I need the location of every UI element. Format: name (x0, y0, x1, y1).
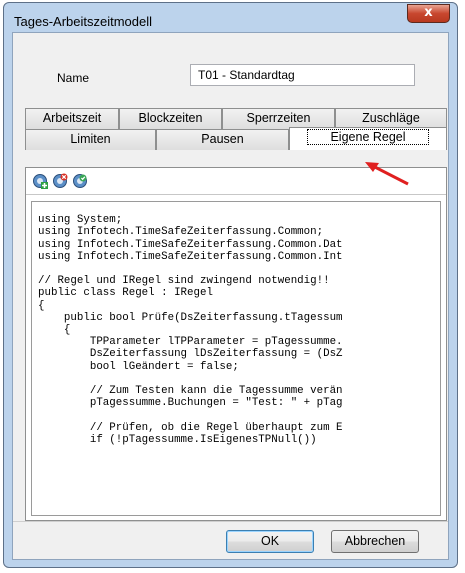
tab-eigene-regel[interactable]: Eigene Regel (289, 127, 447, 150)
code-line: using System; (38, 214, 123, 227)
tab-limiten[interactable]: Limiten (25, 129, 156, 150)
name-input[interactable] (190, 64, 415, 86)
tab-panel-eigene-regel: using System; using Infotech.TimeSafeZeit… (25, 167, 447, 521)
ok-button[interactable]: OK (226, 530, 314, 553)
code-line: // Regel und IRegel sind zwingend notwen… (38, 275, 330, 288)
red-arrow-annotation (365, 162, 409, 186)
code-line: { (38, 324, 71, 337)
code-line: using Infotech.TimeSafeZeiterfassung.Com… (38, 250, 343, 263)
add-rule-icon[interactable] (32, 173, 48, 189)
button-separator (13, 521, 448, 522)
window-title: Tages-Arbeitszeitmodell (14, 14, 153, 29)
code-line: DsZeiterfassung lDsZeiterfassung = (DsZ (38, 348, 343, 361)
cancel-button[interactable]: Abbrechen (331, 530, 419, 553)
code-line: bool lGeändert = false; (38, 360, 239, 373)
remove-rule-icon[interactable] (52, 173, 68, 189)
code-editor[interactable]: using System; using Infotech.TimeSafeZeit… (31, 201, 441, 516)
code-line: pTagessumme.Buchungen = "Test: " + pTag (38, 397, 343, 410)
title-bar[interactable]: Tages-Arbeitszeitmodell x (4, 3, 457, 33)
tab-eigene-regel-label: Eigene Regel (307, 129, 429, 145)
tab-arbeitszeit[interactable]: Arbeitszeit (25, 108, 119, 129)
tab-blockzeiten[interactable]: Blockzeiten (119, 108, 222, 129)
code-line: // Prüfen, ob die Regel überhaupt zum E (38, 421, 343, 434)
code-line: if (!pTagessumme.IsEigenesTPNull()) (38, 433, 317, 446)
code-line: using Infotech.TimeSafeZeiterfassung.Com… (38, 226, 324, 239)
code-line: // Zum Testen kann die Tagessumme verän (38, 385, 343, 398)
tab-sperrzeiten[interactable]: Sperrzeiten (222, 108, 335, 129)
code-line: using Infotech.TimeSafeZeiterfassung.Com… (38, 238, 343, 251)
dialog-window: Tages-Arbeitszeitmodell x Name Arbeitsze… (3, 2, 458, 568)
check-rule-icon[interactable] (72, 173, 88, 189)
close-button[interactable]: x (407, 4, 450, 23)
code-line: TPParameter lTPParameter = pTagessumme. (38, 336, 343, 349)
code-line: public class Regel : IRegel (38, 287, 213, 300)
name-label: Name (57, 71, 90, 85)
tab-pausen[interactable]: Pausen (156, 129, 289, 150)
dialog-client-area: Name Arbeitszeit Blockzeiten Sperrzeiten… (12, 32, 449, 560)
code-text: using System; using Infotech.TimeSafeZeit… (32, 202, 440, 446)
code-line: { (38, 299, 45, 312)
code-line: public bool Prüfe(DsZeiterfassung.tTages… (38, 311, 343, 324)
tab-zuschlaege[interactable]: Zuschläge (335, 108, 447, 129)
